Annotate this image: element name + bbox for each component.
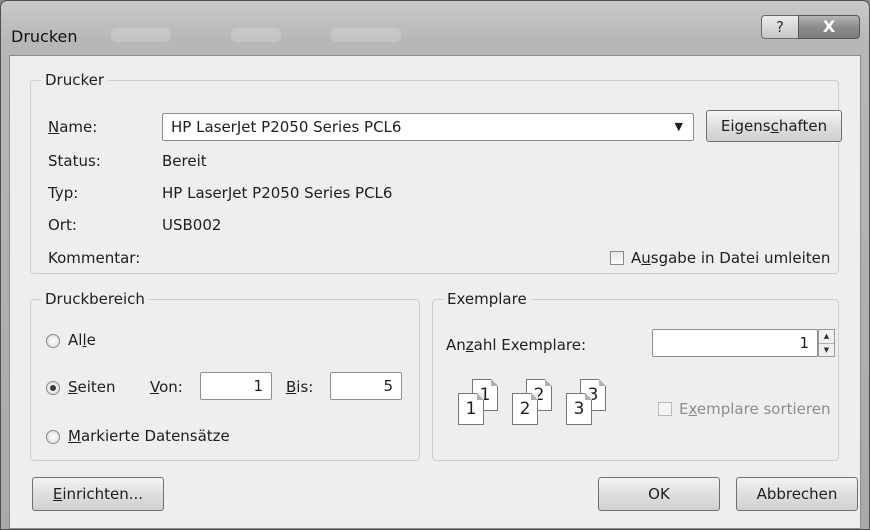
- cancel-button[interactable]: Abbrechen: [736, 477, 858, 511]
- page-range-radio[interactable]: [46, 381, 60, 395]
- spin-down-icon[interactable]: ▼: [819, 344, 834, 357]
- page-range-label[interactable]: Seiten: [68, 378, 116, 396]
- copies-count-input[interactable]: 1: [652, 329, 818, 357]
- status-value: Bereit: [162, 152, 207, 170]
- selection-label[interactable]: Markierte Datensätze: [68, 427, 230, 445]
- dialog-body: Drucker Name: HP LaserJet P2050 Series P…: [9, 55, 861, 529]
- page-fold: [491, 379, 498, 386]
- print-to-file-checkbox[interactable]: [610, 251, 624, 265]
- page-fold: [477, 393, 484, 400]
- printer-group-label: Drucker: [41, 71, 109, 89]
- page-fold: [599, 379, 606, 386]
- sheet-number: 3: [573, 399, 585, 419]
- sheet-number: 1: [465, 399, 477, 419]
- close-button[interactable]: X: [798, 15, 860, 39]
- copies-collate-icon: 1 1 2 2 3 3: [458, 379, 638, 429]
- location-label: Ort:: [48, 216, 77, 234]
- print-to-file-label[interactable]: Ausgabe in Datei umleiten: [631, 249, 830, 267]
- page-fold: [531, 393, 538, 400]
- title-bar-background-reflection: [331, 28, 401, 42]
- printer-name-select[interactable]: HP LaserJet P2050 Series PCL6 ▼: [162, 113, 694, 141]
- to-page-input[interactable]: 5: [330, 372, 402, 400]
- all-pages-label[interactable]: Alle: [68, 331, 96, 349]
- status-label: Status:: [48, 152, 101, 170]
- properties-button[interactable]: Eigenschaften: [706, 110, 842, 142]
- window-title: Drucken: [11, 27, 78, 46]
- title-bar-background-reflection: [111, 28, 171, 42]
- help-button[interactable]: ?: [761, 15, 799, 39]
- to-label: Bis:: [286, 378, 314, 396]
- print-dialog: Drucken ? X Drucker Name: HP LaserJet P2…: [0, 0, 870, 530]
- name-label: Name:: [48, 118, 98, 136]
- copies-group-label: Exemplare: [443, 290, 531, 308]
- from-page-input[interactable]: 1: [200, 372, 272, 400]
- page-sheet: 2: [512, 393, 538, 425]
- copies-spinner[interactable]: ▲ ▼: [818, 329, 835, 357]
- from-label: Von:: [150, 378, 183, 396]
- type-value: HP LaserJet P2050 Series PCL6: [162, 184, 393, 202]
- page-sheet: 3: [566, 393, 592, 425]
- type-label: Typ:: [48, 184, 79, 202]
- selection-radio[interactable]: [46, 430, 60, 444]
- title-bar-background-reflection: [231, 28, 281, 42]
- ok-button[interactable]: OK: [598, 477, 720, 511]
- spin-up-icon[interactable]: ▲: [819, 330, 834, 344]
- printer-name-value: HP LaserJet P2050 Series PCL6: [171, 118, 402, 136]
- title-bar[interactable]: Drucken ? X: [1, 1, 869, 53]
- page-sheet: 1: [458, 393, 484, 425]
- help-icon: ?: [776, 18, 784, 36]
- sheet-number: 2: [519, 399, 531, 419]
- all-pages-radio[interactable]: [46, 334, 60, 348]
- setup-button[interactable]: Einrichten...: [32, 477, 164, 511]
- collate-checkbox[interactable]: [658, 402, 672, 416]
- page-fold: [545, 379, 552, 386]
- close-icon: X: [822, 17, 836, 36]
- location-value: USB002: [162, 216, 222, 234]
- collate-label[interactable]: Exemplare sortieren: [679, 400, 830, 418]
- comment-label: Kommentar:: [48, 249, 141, 267]
- copies-count-label: Anzahl Exemplare:: [446, 336, 587, 354]
- print-range-group-label: Druckbereich: [41, 290, 149, 308]
- dropdown-arrow-icon: ▼: [674, 120, 683, 133]
- page-fold: [585, 393, 592, 400]
